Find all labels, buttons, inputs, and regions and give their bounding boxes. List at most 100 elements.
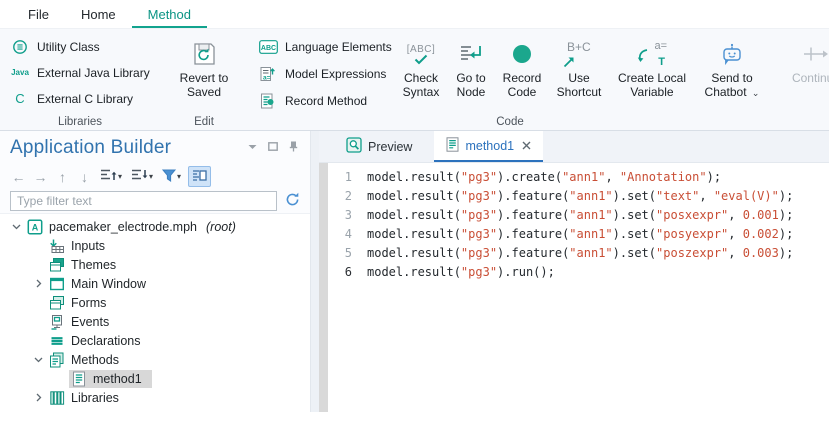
continue-icon (803, 37, 829, 71)
collapse-tree-icon (131, 168, 148, 185)
tab-preview[interactable]: Preview (334, 131, 424, 162)
tree-expander-icon[interactable] (30, 393, 47, 402)
continue-label: Continue (792, 71, 829, 85)
create-local-variable-button[interactable]: a= T Create Local Variable (610, 34, 694, 99)
tree-item-declarations[interactable]: Declarations (0, 331, 310, 350)
use-shortcut-label: Use Shortcut (552, 71, 606, 99)
code-line[interactable]: 1model.result("pg3").create("ann1", "Ann… (328, 167, 829, 186)
record-method-label: Record Method (285, 94, 367, 108)
tree-item-themes[interactable]: Themes (0, 255, 310, 274)
code-lines: 1model.result("pg3").create("ann1", "Ann… (328, 167, 829, 281)
tree-expander-icon[interactable] (30, 279, 47, 288)
refresh-icon[interactable] (285, 192, 300, 210)
tree-item-label: method1 (93, 372, 142, 386)
code-line[interactable]: 4model.result("pg3").feature("ann1").set… (328, 224, 829, 243)
code-text: model.result("pg3").run(); (367, 265, 555, 279)
move-up-icon[interactable]: ↑ (54, 167, 71, 187)
pin-panel-icon[interactable] (289, 141, 298, 152)
filter-button[interactable]: ▾ (160, 167, 183, 187)
check-syntax-icon: [ABC] (407, 37, 436, 71)
code-area[interactable]: 1model.result("pg3").create("ann1", "Ann… (319, 163, 829, 412)
code-line[interactable]: 5model.result("pg3").feature("ann1").set… (328, 243, 829, 262)
panel-toolbar: ← → ↑ ↓ ▾ ▾ ▾ (0, 163, 310, 188)
create-local-variable-label: Create Local Variable (614, 71, 690, 99)
line-number: 3 (328, 208, 352, 222)
tree-item-libraries[interactable]: Libraries (0, 388, 310, 407)
tree-item-method1[interactable]: method1 (0, 369, 310, 388)
ribbon-group-continue: Continue (776, 29, 829, 130)
tab-method[interactable]: Method (132, 2, 207, 28)
filter-row (0, 188, 310, 213)
use-shortcut-button[interactable]: B+C Use Shortcut (550, 34, 608, 99)
collapse-tree-button[interactable]: ▾ (129, 167, 155, 187)
continue-button[interactable]: Continue (780, 34, 829, 85)
tree-item-main-window[interactable]: Main Window (0, 274, 310, 293)
back-arrow-icon[interactable]: ← (10, 167, 27, 187)
check-syntax-button[interactable]: [ABC] Check Syntax (396, 34, 446, 99)
record-method-button[interactable]: Record Method (252, 88, 394, 113)
tree-item-inputs[interactable]: Inputs (0, 236, 310, 255)
preview-icon (346, 137, 362, 156)
filter-input[interactable] (10, 191, 277, 211)
revert-to-saved-icon (190, 37, 218, 71)
code-group-label: Code (248, 116, 772, 128)
method-editor: Preview method1 1model.result("pg3").cre… (319, 131, 829, 412)
line-number: 1 (328, 170, 352, 184)
language-elements-button[interactable]: ABC Language Elements (252, 34, 394, 59)
line-number: 6 (328, 265, 352, 279)
float-panel-icon[interactable] (268, 142, 278, 151)
tree-item-methods[interactable]: Methods (0, 350, 310, 369)
panel-title: Application Builder (10, 137, 171, 158)
model-expressions-label: Model Expressions (285, 67, 386, 81)
expand-tree-button[interactable]: ▾ (98, 167, 124, 187)
tab-home[interactable]: Home (65, 2, 132, 28)
tab-method1[interactable]: method1 (434, 131, 543, 162)
tree-expander-icon[interactable] (8, 224, 25, 230)
record-code-button[interactable]: Record Code (496, 34, 548, 99)
java-icon: Java (10, 65, 30, 81)
tree-item-label: Forms (71, 296, 106, 310)
tree-item-pacemaker-electrode-mph[interactable]: Apacemaker_electrode.mph(root) (0, 217, 310, 236)
create-local-variable-icon: a= T (637, 37, 667, 71)
edit-group-label: Edit (164, 116, 244, 128)
collapse-chevron-icon[interactable] (248, 144, 257, 150)
utility-class-label: Utility Class (37, 40, 100, 54)
tree-item-forms[interactable]: Forms (0, 293, 310, 312)
code-line[interactable]: 6 model.result("pg3").run(); (328, 262, 829, 281)
tree-item-label: Methods (71, 353, 119, 367)
method-doc-icon (70, 371, 88, 387)
model-expressions-button[interactable]: a= Model Expressions (252, 61, 394, 86)
forward-arrow-icon[interactable]: → (32, 167, 49, 187)
send-to-chatbot-button[interactable]: Send to Chatbot ⌄ (696, 34, 768, 100)
move-down-icon[interactable]: ↓ (76, 167, 93, 187)
expand-tree-icon (100, 168, 117, 185)
ribbon-group-edit: Revert to Saved Edit (164, 29, 244, 130)
code-line[interactable]: 3model.result("pg3").feature("ann1").set… (328, 205, 829, 224)
show-all-toggle-button[interactable] (188, 166, 211, 187)
revert-to-saved-button[interactable]: Revert to Saved (168, 34, 240, 99)
line-number: 4 (328, 227, 352, 241)
tree-item-label: Themes (71, 258, 116, 272)
external-c-library-button[interactable]: C External C Library (4, 86, 156, 111)
go-to-node-label: Go to Node (451, 71, 491, 99)
tree-item-suffix: (root) (206, 220, 236, 234)
record-code-icon (511, 37, 533, 71)
utility-class-button[interactable]: Utility Class (4, 34, 156, 59)
panel-splitter[interactable] (311, 131, 319, 412)
tree-item-label: Events (71, 315, 109, 329)
tree-item-label: Declarations (71, 334, 140, 348)
svg-text:A: A (32, 222, 39, 232)
ribbon-group-libraries: Utility Class Java External Java Library… (0, 29, 160, 130)
close-icon[interactable] (522, 141, 531, 150)
tab-file[interactable]: File (12, 2, 65, 28)
go-to-node-button[interactable]: Go to Node (448, 34, 494, 99)
external-c-library-label: External C Library (37, 92, 133, 106)
code-line[interactable]: 2model.result("pg3").feature("ann1").set… (328, 186, 829, 205)
tree-item-label: Main Window (71, 277, 146, 291)
tab-preview-label: Preview (368, 140, 412, 154)
tree-expander-icon[interactable] (30, 357, 47, 363)
methods-icon (48, 352, 66, 368)
line-number: 2 (328, 189, 352, 203)
tree-item-events[interactable]: Events (0, 312, 310, 331)
external-java-library-button[interactable]: Java External Java Library (4, 60, 156, 85)
